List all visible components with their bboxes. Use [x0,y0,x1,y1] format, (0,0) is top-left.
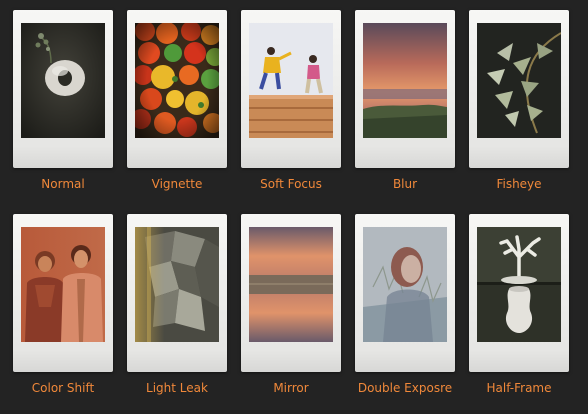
polaroid-frame [355,214,455,372]
polaroid-frame [13,214,113,372]
filter-thumbnail-light-leak [135,227,219,342]
filter-label: Soft Focus [260,177,322,191]
polaroid-frame [355,10,455,168]
filter-label: Blur [392,177,418,191]
filter-label: Double Exposre [357,381,453,395]
filter-grid: Normal Vignette Soft Focus Blur Fisheye … [0,0,588,400]
filter-label: Mirror [273,381,309,395]
filter-tile-double-exposure[interactable]: Double Exposre [355,214,455,414]
filter-tile-fisheye[interactable]: Fisheye [469,10,569,210]
polaroid-frame [241,10,341,168]
filter-label: Light Leak [146,381,208,395]
filter-tile-half-frame[interactable]: Half-Frame [469,214,569,414]
filter-tile-soft-focus[interactable]: Soft Focus [241,10,341,210]
polaroid-frame [469,10,569,168]
filter-label: Normal [41,177,85,191]
filter-thumbnail-normal [21,23,105,138]
filter-thumbnail-soft-focus [249,23,333,138]
filter-thumbnail-fisheye [477,23,561,138]
filter-label: Vignette [151,177,203,191]
polaroid-frame [241,214,341,372]
filter-label: Half-Frame [486,381,552,395]
filter-tile-color-shift[interactable]: Color Shift [13,214,113,414]
polaroid-frame [469,214,569,372]
filter-thumbnail-vignette [135,23,219,138]
filter-tile-blur[interactable]: Blur [355,10,455,210]
polaroid-frame [127,214,227,372]
polaroid-frame [127,10,227,168]
filter-tile-light-leak[interactable]: Light Leak [127,214,227,414]
polaroid-frame [13,10,113,168]
filter-label: Color Shift [31,381,95,395]
filter-tile-normal[interactable]: Normal [13,10,113,210]
filter-thumbnail-color-shift [21,227,105,342]
filter-thumbnail-half-frame [477,227,561,342]
filter-thumbnail-double-exposure [363,227,447,342]
filter-thumbnail-mirror [249,227,333,342]
filter-label: Fisheye [496,177,542,191]
filter-tile-vignette[interactable]: Vignette [127,10,227,210]
filter-thumbnail-blur [363,23,447,138]
filter-tile-mirror[interactable]: Mirror [241,214,341,414]
